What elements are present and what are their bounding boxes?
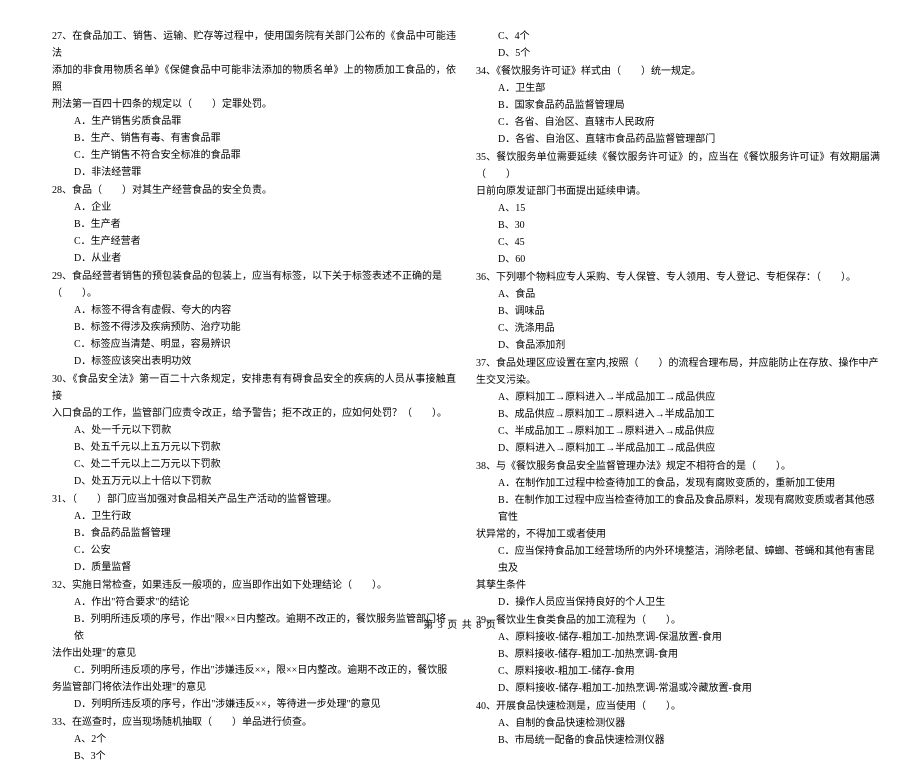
q29-opt-c: C．标签应当清楚、明显，容易辨识 (52, 336, 456, 353)
q40-opt-b: B、市局统一配备的食品快速检测仪器 (476, 732, 880, 749)
q35-stem: 35、餐饮服务单位需要延续《餐饮服务许可证》的，应当在《餐饮服务许可证》有效期届… (476, 149, 880, 183)
q31-opt-d: D．质量监督 (52, 559, 456, 576)
q32-opt-c: C．列明所违反项的序号，作出"涉嫌违反××，限××日内整改。逾期不改正的，餐饮服 (52, 662, 456, 679)
q31-opt-c: C．公安 (52, 542, 456, 559)
q36-opt-b: B、调味品 (476, 303, 880, 320)
q29-opt-a: A．标签不得含有虚假、夸大的内容 (52, 302, 456, 319)
q29-opt-b: B．标签不得涉及疾病预防、治疗功能 (52, 319, 456, 336)
q32-stem: 32、实施日常检查，如果违反一般项的，应当即作出如下处理结论（ ）。 (52, 577, 456, 594)
q37-opt-a: A、原料加工→原料进入→半成品加工→成品供应 (476, 389, 880, 406)
q34-opt-b: B．国家食品药品监督管理局 (476, 97, 880, 114)
q32-opt-d: D．列明所违反项的序号，作出"涉嫌违反××，等待进一步处理"的意见 (52, 696, 456, 713)
q34-stem: 34、《餐饮服务许可证》样式由（ ）统一规定。 (476, 63, 880, 80)
q36-opt-d: D、食品添加剂 (476, 337, 880, 354)
q33-opt-d: D、5个 (476, 45, 880, 62)
q40-stem: 40、开展食品快速检测是，应当使用（ ）。 (476, 698, 880, 715)
q37-opt-b: B、成品供应→原料加工→原料进入→半成品加工 (476, 406, 880, 423)
q35-opt-b: B、30 (476, 217, 880, 234)
q27-stem: 刑法第一百四十四条的规定以（ ）定罪处罚。 (52, 96, 456, 113)
q27-opt-c: C．生产销售不符合安全标准的食品罪 (52, 147, 456, 164)
q33-opt-a: A、2个 (52, 731, 456, 748)
q33-stem: 33、在巡查时，应当现场随机抽取（ ）单品进行侦查。 (52, 714, 456, 731)
q37-opt-c: C、半成品加工→原料加工→原料进入→成品供应 (476, 423, 880, 440)
q28-opt-a: A．企业 (52, 199, 456, 216)
q30-opt-b: B、处五千元以上五万元以下罚款 (52, 439, 456, 456)
q33-opt-c: C、4个 (476, 28, 880, 45)
q34-opt-c: C．各省、自治区、直辖市人民政府 (476, 114, 880, 131)
q38-opt-b: 状异常的，不得加工或者使用 (476, 526, 880, 543)
q30-stem: 30、《食品安全法》第一百二十六条规定，安排患有有碍食品安全的疾病的人员从事接触… (52, 371, 456, 405)
q30-opt-c: C、处二千元以上二万元以下罚款 (52, 456, 456, 473)
q32-opt-c: 务监管部门将依法作出处理"的意见 (52, 679, 456, 696)
q27-stem: 添加的非食用物质名单》《保健食品中可能非法添加的物质名单》上的物质加工食品的，依… (52, 62, 456, 96)
q31-stem: 31、（ ）部门应当加强对食品相关产品生产活动的监督管理。 (52, 491, 456, 508)
q36-opt-a: A、食品 (476, 286, 880, 303)
q39-opt-d: D、原料接收-储存-粗加工-加热烹调-常温或冷藏放置-食用 (476, 680, 880, 697)
q33-opt-b: B、3个 (52, 748, 456, 765)
q31-opt-a: A．卫生行政 (52, 508, 456, 525)
q35-opt-c: C、45 (476, 234, 880, 251)
q27-opt-b: B．生产、销售有毒、有害食品罪 (52, 130, 456, 147)
q29-opt-d: D．标签应该突出表明功效 (52, 353, 456, 370)
q27-opt-d: D．非法经营罪 (52, 164, 456, 181)
q30-opt-d: D、处五万元以上十倍以下罚款 (52, 473, 456, 490)
page-footer: 第 3 页 共 8 页 (0, 617, 920, 634)
q32-opt-b: 法作出处理"的意见 (52, 645, 456, 662)
q28-opt-c: C．生产经营者 (52, 233, 456, 250)
q37-opt-d: D、原料进入→原料加工→半成品加工→成品供应 (476, 440, 880, 457)
q36-stem: 36、下列哪个物料应专人采购、专人保管、专人领用、专人登记、专柜保存：（ ）。 (476, 269, 880, 286)
left-column: 27、在食品加工、销售、运输、贮存等过程中，使用国务院有关部门公布的《食品中可能… (52, 28, 456, 766)
q28-opt-b: B．生产者 (52, 216, 456, 233)
q34-opt-a: A．卫生部 (476, 80, 880, 97)
q38-stem: 38、与《餐饮服务食品安全监督管理办法》规定不相符合的是（ ）。 (476, 458, 880, 475)
q28-stem: 28、食品（ ）对其生产经营食品的安全负责。 (52, 182, 456, 199)
q30-opt-a: A、处一千元以下罚款 (52, 422, 456, 439)
q29-stem: 29、食品经营者销售的预包装食品的包装上，应当有标签，以下关于标签表述不正确的是 (52, 268, 456, 285)
q38-opt-c: 其孳生条件 (476, 577, 880, 594)
q35-stem: 日前向原发证部门书面提出延续申请。 (476, 183, 880, 200)
q28-opt-d: D．从业者 (52, 250, 456, 267)
q31-opt-b: B．食品药品监督管理 (52, 525, 456, 542)
q38-opt-c: C．应当保持食品加工经营场所的内外环境整洁，消除老鼠、蟑螂、苍蝇和其他有害昆虫及 (476, 543, 880, 577)
q38-opt-d: D．操作人员应当保持良好的个人卫生 (476, 594, 880, 611)
right-column: C、4个 D、5个 34、《餐饮服务许可证》样式由（ ）统一规定。 A．卫生部 … (476, 28, 880, 766)
q36-opt-c: C、洗涤用品 (476, 320, 880, 337)
q27-opt-a: A．生产销售劣质食品罪 (52, 113, 456, 130)
q32-opt-a: A．作出"符合要求"的结论 (52, 594, 456, 611)
q38-opt-b: B．在制作加工过程中应当检查待加工的食品及食品原料，发现有腐败变质或者其他感官性 (476, 492, 880, 526)
q39-opt-b: B、原料接收-储存-粗加工-加热烹调-食用 (476, 646, 880, 663)
q38-opt-a: A．在制作加工过程中检查待加工的食品，发现有腐败变质的，重新加工使用 (476, 475, 880, 492)
q35-opt-a: A、15 (476, 200, 880, 217)
q34-opt-d: D．各省、自治区、直辖市食品药品监督管理部门 (476, 131, 880, 148)
q40-opt-a: A、自制的食品快速检测仪器 (476, 715, 880, 732)
q35-opt-d: D、60 (476, 251, 880, 268)
q37-stem: 37、食品处理区应设置在室内,按照（ ）的流程合理布局，并应能防止在存放、操作中… (476, 355, 880, 372)
q27-stem: 27、在食品加工、销售、运输、贮存等过程中，使用国务院有关部门公布的《食品中可能… (52, 28, 456, 62)
q39-opt-c: C、原料接收-粗加工-储存-食用 (476, 663, 880, 680)
q29-stem: （ ）。 (52, 285, 456, 302)
q37-stem: 生交叉污染。 (476, 372, 880, 389)
q30-stem: 入口食品的工作，监管部门应责令改正，给予警告；拒不改正的，应如何处罚？（ ）。 (52, 405, 456, 422)
